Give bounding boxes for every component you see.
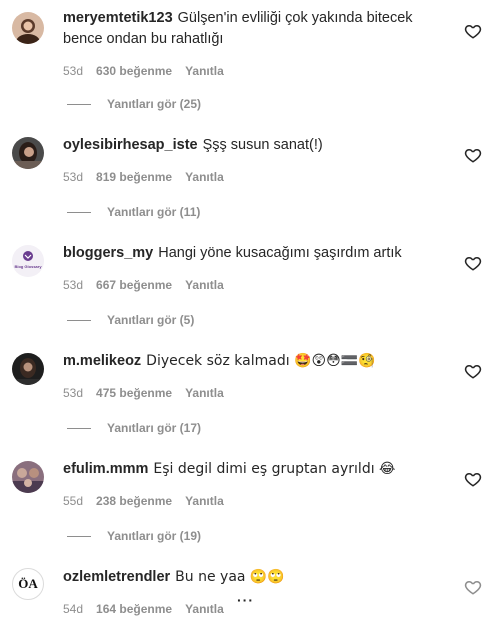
comment-meta: 55d 238 beğenme Yanıtla [63, 494, 237, 508]
comment-username[interactable]: ozlemletrendler [63, 569, 170, 585]
comment-likes[interactable]: 667 beğenme [96, 278, 172, 292]
view-replies-button[interactable]: Yanıtları gör (19) [67, 529, 201, 543]
view-replies-label: Yanıtları gör (19) [107, 529, 202, 543]
avatar-logo-text: ÖA [18, 576, 38, 591]
comment-text-block: bloggers_my Hangi yöne kusacağımı şaşırdı… [63, 243, 433, 264]
view-replies-label: Yanıtları gör (11) [107, 205, 201, 219]
heart-icon[interactable] [464, 22, 482, 40]
view-replies-button[interactable]: Yanıtları gör (17) [67, 421, 201, 435]
comment-username[interactable]: efulim.mmm [63, 461, 148, 477]
replies-divider [67, 319, 91, 321]
view-replies-label: Yanıtları gör (17) [107, 421, 202, 435]
comment-username[interactable]: meryemtetik123 [63, 10, 173, 26]
heart-icon[interactable] [464, 254, 482, 272]
replies-divider [67, 103, 91, 105]
comment-text: Hangi yöne kusacağımı şaşırdım artık [158, 245, 402, 261]
comment-text: Şşş susun sanat(!) [202, 137, 323, 153]
reply-button[interactable]: Yanıtla [185, 602, 224, 616]
comment-meta: 53d 667 beğenme Yanıtla [63, 278, 237, 292]
avatar[interactable] [12, 461, 44, 493]
avatar[interactable]: Blog Glossary [12, 245, 44, 277]
comment-age[interactable]: 53d [63, 386, 83, 400]
reply-button[interactable]: Yanıtla [185, 494, 224, 508]
view-replies-label: Yanıtları gör (25) [107, 97, 202, 111]
reply-button[interactable]: Yanıtla [185, 64, 224, 78]
comment-age[interactable]: 53d [63, 170, 83, 184]
comment-likes[interactable]: 164 beğenme [96, 602, 172, 616]
comment-username[interactable]: m.melikeoz [63, 353, 141, 369]
comment-likes[interactable]: 475 beğenme [96, 386, 172, 400]
comment-age[interactable]: 54d [63, 602, 83, 616]
view-replies-button[interactable]: Yanıtları gör (25) [67, 97, 201, 111]
comment-age[interactable]: 53d [63, 278, 83, 292]
heart-icon[interactable] [464, 578, 482, 596]
comment-likes[interactable]: 238 beğenme [96, 494, 172, 508]
comment-age[interactable]: 55d [63, 494, 83, 508]
replies-divider [67, 535, 91, 537]
view-replies-button[interactable]: Yanıtları gör (11) [67, 205, 200, 219]
comment-username[interactable]: oylesibirhesap_iste [63, 137, 198, 153]
view-replies-label: Yanıtları gör (5) [107, 313, 195, 327]
heart-icon[interactable] [464, 470, 482, 488]
avatar[interactable] [12, 12, 44, 44]
comment-username[interactable]: bloggers_my [63, 245, 153, 261]
comment-text-block: meryemtetik123 Gülşen'in evliliği çok yak… [63, 8, 433, 50]
comment-text-block: m.melikeoz Diyecek söz kalmadı 🤩😲😳🟰🧐 [63, 351, 433, 372]
heart-icon[interactable] [464, 146, 482, 164]
comment-meta: 53d 819 beğenme Yanıtla [63, 170, 237, 184]
reply-button[interactable]: Yanıtla [185, 386, 224, 400]
comment-text-block: ozlemletrendler Bu ne yaa 🙄🙄 [63, 567, 433, 588]
view-replies-button[interactable]: Yanıtları gör (5) [67, 313, 194, 327]
comment-meta: 53d 630 beğenme Yanıtla [63, 64, 237, 78]
replies-divider [67, 427, 91, 429]
comment-meta: 53d 475 beğenme Yanıtla [63, 386, 237, 400]
comment-text: Diyecek söz kalmadı 🤩😲😳🟰🧐 [146, 353, 376, 369]
comment-meta: 54d 164 beğenme Yanıtla [63, 602, 237, 616]
heart-icon[interactable] [464, 362, 482, 380]
comment-text-block: efulim.mmm Eşi degil dimi eş gruptan ayrı… [63, 459, 433, 480]
comment-text: Bu ne yaa 🙄🙄 [175, 569, 285, 585]
avatar-logo-text: Blog Glossary [14, 264, 42, 269]
comment-text-block: oylesibirhesap_iste Şşş susun sanat(!) [63, 135, 433, 156]
avatar[interactable] [12, 137, 44, 169]
reply-button[interactable]: Yanıtla [185, 170, 224, 184]
comment-likes[interactable]: 819 beğenme [96, 170, 172, 184]
comment-text: Eşi degil dimi eş gruptan ayrıldı 😂 [153, 461, 396, 477]
more-options-icon[interactable]: ··· [237, 592, 254, 608]
replies-divider [67, 211, 91, 213]
avatar[interactable]: ÖA [12, 568, 44, 600]
comment-likes[interactable]: 630 beğenme [96, 64, 172, 78]
avatar[interactable] [12, 353, 44, 385]
reply-button[interactable]: Yanıtla [185, 278, 224, 292]
comment-age[interactable]: 53d [63, 64, 83, 78]
